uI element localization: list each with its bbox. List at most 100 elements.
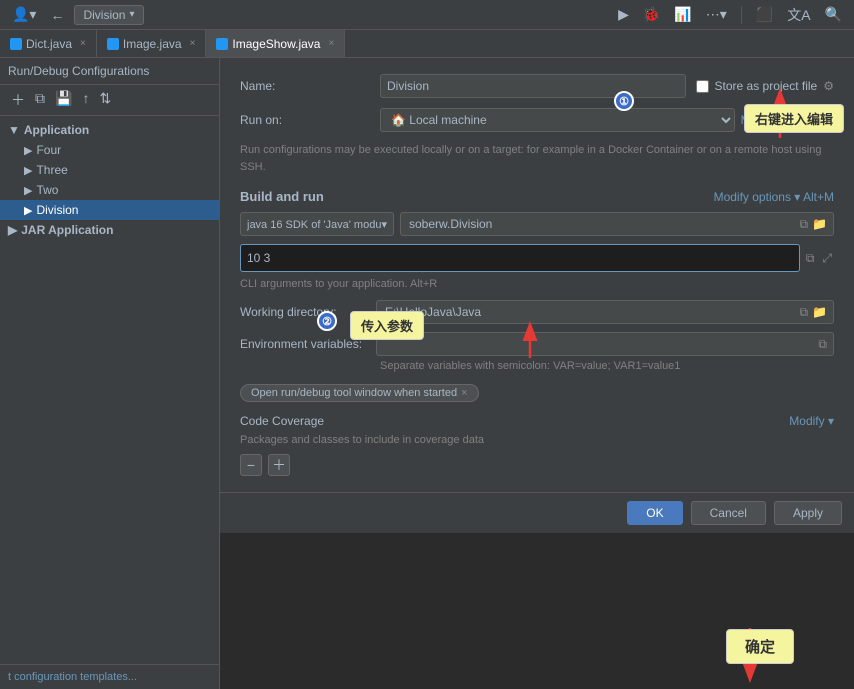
- add-config-btn[interactable]: ＋: [8, 89, 28, 111]
- tab-close-icon[interactable]: ×: [80, 38, 86, 49]
- tree-item-label: Three: [36, 163, 67, 177]
- sidebar-toolbar: ＋ ⧉ 💾 ↑ ⇅: [0, 85, 219, 116]
- cancel-button[interactable]: Cancel: [691, 501, 766, 525]
- badge-2: ②: [317, 311, 337, 331]
- class-field-container: soberw.Division ⧉ 📁: [400, 212, 834, 236]
- run-icon[interactable]: ▶: [614, 4, 633, 25]
- top-toolbar: 👤▾ ← Division ▾ ▶ 🐞 📊 ⋯▾ ⬛ 文A 🔍: [0, 0, 854, 30]
- sdk-label: java 16 SDK of 'Java' modu▾: [247, 218, 387, 231]
- cli-hint: CLI arguments to your application. Alt+R: [240, 278, 834, 290]
- run-config-label: Division: [83, 8, 125, 22]
- templates-link-text: t configuration templates...: [8, 671, 137, 683]
- search-icon[interactable]: 🔍: [821, 4, 846, 25]
- dir-input-container: E:\HelloJava\Java ⧉ 📁: [376, 300, 834, 324]
- sidebar: Run/Debug Configurations ＋ ⧉ 💾 ↑ ⇅ ▼ App…: [0, 58, 220, 689]
- settings-icon[interactable]: ⚙: [823, 79, 834, 93]
- info-text: Run configurations may be executed local…: [240, 142, 834, 175]
- jar-group-label: JAR Application: [21, 223, 113, 237]
- callout-text-2: 传入参数: [361, 319, 413, 334]
- java-file-icon: [10, 38, 22, 50]
- args-input-row: ⧉ ⤢: [240, 244, 834, 272]
- remove-coverage-btn[interactable]: −: [240, 454, 262, 476]
- env-input-container: ⧉: [376, 332, 834, 356]
- coverage-desc: Packages and classes to include in cover…: [240, 434, 834, 446]
- sdk-class-row: java 16 SDK of 'Java' modu▾ soberw.Divis…: [240, 212, 834, 236]
- tab-close-icon3[interactable]: ×: [328, 38, 334, 49]
- share-config-btn[interactable]: ↑: [79, 89, 92, 111]
- store-project-label: Store as project file: [715, 79, 818, 93]
- back-icon[interactable]: ←: [46, 5, 68, 25]
- tab-close-icon2[interactable]: ×: [190, 38, 196, 49]
- store-project-checkbox[interactable]: [696, 80, 709, 93]
- tab-dict-java[interactable]: Dict.java ×: [0, 30, 97, 57]
- args-input[interactable]: [240, 244, 800, 272]
- run-item-icon4: ▶: [24, 204, 32, 217]
- env-copy-icon[interactable]: ⧉: [816, 335, 829, 354]
- badge-label-2: ②: [322, 315, 332, 328]
- application-group: ▼ Application ▶ Four ▶ Three ▶ Two ▶ D: [0, 120, 219, 220]
- ok-button[interactable]: OK: [627, 501, 682, 525]
- application-group-label: Application: [24, 123, 89, 137]
- profile-icon[interactable]: 📊: [670, 4, 695, 25]
- name-label: Name:: [240, 79, 370, 93]
- coverage-modify[interactable]: Modify ▾: [789, 414, 834, 428]
- env-hint: Separate variables with semicolon: VAR=v…: [380, 360, 834, 372]
- bottom-bar: OK Cancel Apply: [220, 492, 854, 533]
- build-run-title: Build and run: [240, 189, 324, 204]
- chip-row: Open run/debug tool window when started …: [240, 384, 834, 402]
- args-copy-icon[interactable]: ⧉: [804, 249, 817, 268]
- dir-copy-icon[interactable]: ⧉: [797, 303, 810, 322]
- tree-item-three[interactable]: ▶ Three: [0, 160, 219, 180]
- sort-config-btn[interactable]: ⇅: [96, 89, 114, 111]
- tree-item-two[interactable]: ▶ Two: [0, 180, 219, 200]
- java-file-icon2: [107, 38, 119, 50]
- build-run-header: Build and run Modify options ▾ Alt+M: [240, 189, 834, 204]
- tree-item-label: Four: [36, 143, 61, 157]
- apply-button[interactable]: Apply: [774, 501, 842, 525]
- args-container: ⧉ ⤢: [240, 244, 834, 272]
- stop-icon[interactable]: ⬛: [752, 4, 777, 25]
- callout-pass-params: 传入参数: [350, 311, 424, 340]
- browse-field-icon[interactable]: 📁: [810, 215, 829, 233]
- run-on-select[interactable]: 🏠 Local machine: [380, 108, 735, 132]
- config-templates-link[interactable]: t configuration templates...: [0, 664, 219, 689]
- toolbar-right: ▶ 🐞 📊 ⋯▾ ⬛ 文A 🔍: [614, 3, 846, 27]
- run-item-icon: ▶: [24, 144, 32, 157]
- args-expand-icon[interactable]: ⤢: [820, 249, 834, 268]
- dir-browse-icon[interactable]: 📁: [810, 303, 829, 321]
- coverage-buttons: − ＋: [240, 454, 834, 476]
- sidebar-header: Run/Debug Configurations: [0, 58, 219, 85]
- modify-options-link[interactable]: Modify options ▾ Alt+M: [714, 190, 834, 204]
- debug-icon[interactable]: 🐞: [639, 4, 664, 25]
- copy-field-icon[interactable]: ⧉: [797, 215, 810, 234]
- name-row: Name: Store as project file ⚙: [240, 74, 834, 98]
- tree-item-label: Division: [36, 203, 78, 217]
- callout-confirm: 确定: [726, 629, 794, 664]
- run-config-dropdown[interactable]: Division ▾: [74, 5, 143, 25]
- main-content: Run/Debug Configurations ＋ ⧉ 💾 ↑ ⇅ ▼ App…: [0, 58, 854, 689]
- application-group-header[interactable]: ▼ Application: [0, 120, 219, 140]
- chevron-down-icon: ▾: [129, 9, 134, 20]
- tab-label: ImageShow.java: [232, 37, 320, 51]
- translate-icon[interactable]: 文A: [783, 3, 814, 27]
- tab-image-java[interactable]: Image.java ×: [97, 30, 207, 57]
- chip-label: Open run/debug tool window when started: [251, 387, 457, 399]
- copy-config-btn[interactable]: ⧉: [32, 89, 48, 111]
- add-coverage-btn[interactable]: ＋: [268, 454, 290, 476]
- tree-item-four[interactable]: ▶ Four: [0, 140, 219, 160]
- jar-group-header[interactable]: ▶ JAR Application: [0, 220, 219, 240]
- more-icon[interactable]: ⋯▾: [702, 4, 731, 25]
- sdk-dropdown[interactable]: java 16 SDK of 'Java' modu▾: [240, 212, 394, 236]
- tab-imageshow-java[interactable]: ImageShow.java ×: [206, 30, 345, 57]
- avatar-icon[interactable]: 👤▾: [8, 4, 40, 25]
- tree-item-label: Two: [36, 183, 58, 197]
- save-config-btn[interactable]: 💾: [52, 89, 75, 111]
- chip-close-btn[interactable]: ×: [461, 387, 467, 399]
- class-field-text: soberw.Division: [405, 217, 798, 231]
- badge-1: ①: [614, 91, 634, 111]
- callout-right-click: 右键进入编辑: [744, 104, 844, 133]
- name-input[interactable]: [380, 74, 686, 98]
- tree-item-division[interactable]: ▶ Division: [0, 200, 219, 220]
- tree-area: ▼ Application ▶ Four ▶ Three ▶ Two ▶ D: [0, 116, 219, 664]
- run-item-icon2: ▶: [24, 164, 32, 177]
